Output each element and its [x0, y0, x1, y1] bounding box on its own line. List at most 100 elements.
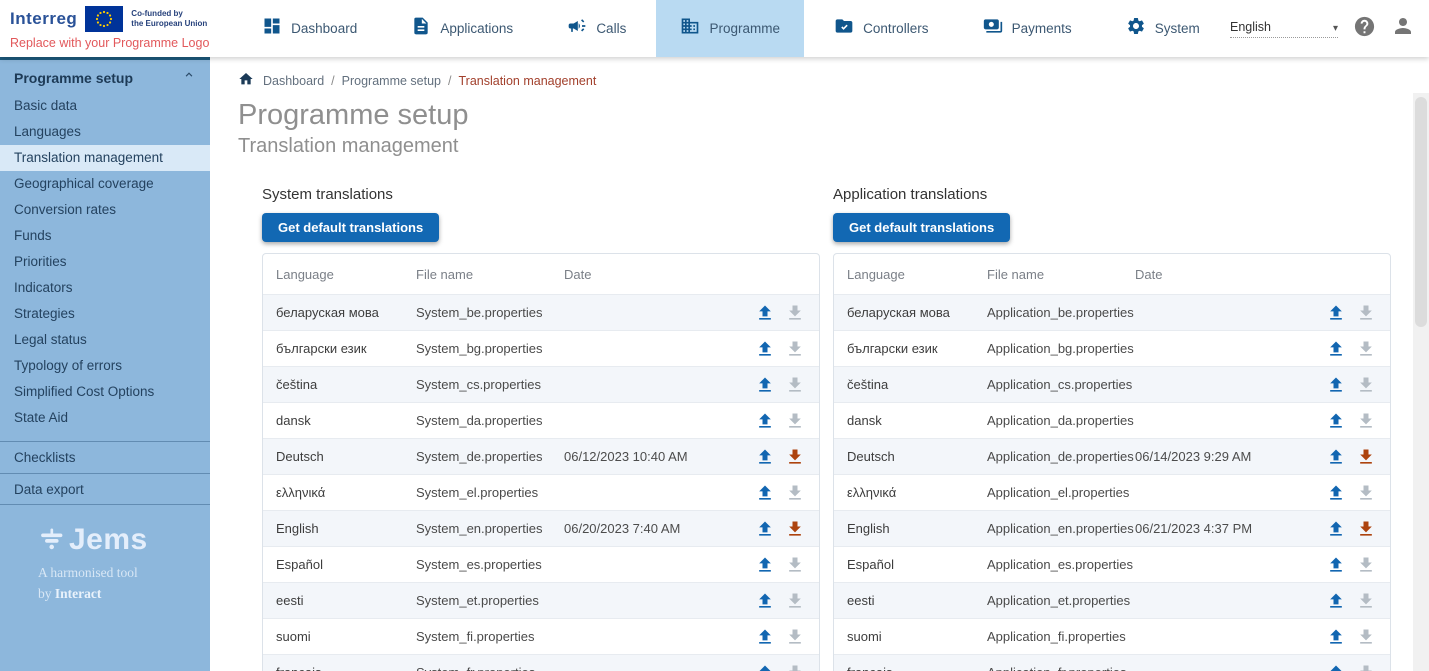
sidebar-item-conversion-rates[interactable]: Conversion rates	[0, 197, 210, 223]
upload-icon[interactable]	[755, 303, 775, 323]
sidebar-item-translation-management[interactable]: Translation management	[0, 145, 210, 171]
download-icon[interactable]	[785, 519, 805, 539]
breadcrumb-programme-setup[interactable]: Programme setup	[342, 74, 452, 88]
sidebar-item-geographical-coverage[interactable]: Geographical coverage	[0, 171, 210, 197]
upload-icon[interactable]	[755, 339, 775, 359]
download-icon[interactable]	[1356, 519, 1376, 539]
system-translations-title: System translations	[262, 186, 820, 203]
download-icon[interactable]	[785, 447, 805, 467]
upload-icon[interactable]	[755, 447, 775, 467]
file-name-cell: Application_en.properties	[987, 521, 1135, 536]
sidebar-section-header[interactable]: Programme setup	[0, 60, 210, 93]
sidebar-item-legal-status[interactable]: Legal status	[0, 327, 210, 353]
sidebar-item-typology-of-errors[interactable]: Typology of errors	[0, 353, 210, 379]
table-row: dansk System_da.properties	[263, 402, 819, 438]
table-header-row: Language File name Date	[834, 254, 1390, 294]
upload-icon[interactable]	[1326, 339, 1346, 359]
chevron-down-icon: ▾	[1333, 24, 1338, 34]
account-icon[interactable]	[1391, 14, 1415, 43]
column-file-name: File name	[987, 267, 1135, 282]
application-translations-panel: Application translations Get default tra…	[833, 186, 1391, 671]
nav-programme[interactable]: Programme	[656, 0, 804, 57]
sidebar-item-data-export[interactable]: Data export	[0, 473, 210, 505]
upload-icon[interactable]	[1326, 303, 1346, 323]
upload-icon[interactable]	[1326, 519, 1346, 539]
get-default-translations-button[interactable]: Get default translations	[833, 213, 1010, 242]
help-icon[interactable]	[1353, 15, 1376, 43]
upload-icon[interactable]	[1326, 591, 1346, 611]
sidebar-item-priorities[interactable]: Priorities	[0, 249, 210, 275]
upload-icon[interactable]	[1326, 483, 1346, 503]
sidebar-item-state-aid[interactable]: State Aid	[0, 405, 210, 431]
language-cell: français	[847, 665, 987, 671]
download-icon	[785, 411, 805, 431]
dashboard-icon	[262, 16, 282, 41]
upload-icon[interactable]	[1326, 663, 1346, 671]
sidebar-item-indicators[interactable]: Indicators	[0, 275, 210, 301]
scrollbar-thumb[interactable]	[1415, 97, 1427, 327]
table-row: български език System_bg.properties	[263, 330, 819, 366]
language-cell: dansk	[276, 413, 416, 428]
sidebar-item-checklists[interactable]: Checklists	[0, 441, 210, 473]
language-cell: dansk	[847, 413, 987, 428]
nav-system[interactable]: System	[1102, 0, 1224, 57]
sidebar-item-languages[interactable]: Languages	[0, 119, 210, 145]
language-cell: български език	[276, 341, 416, 356]
upload-icon[interactable]	[1326, 447, 1346, 467]
download-icon	[785, 627, 805, 647]
nav-dashboard[interactable]: Dashboard	[238, 0, 381, 57]
language-cell: français	[276, 665, 416, 671]
date-cell: 06/20/2023 7:40 AM	[564, 521, 714, 536]
upload-icon[interactable]	[755, 411, 775, 431]
jems-tagline: A harmonised tool by Interact	[38, 563, 210, 605]
page-subtitle: Translation management	[238, 135, 1429, 158]
file-name-cell: System_en.properties	[416, 521, 564, 536]
table-row: suomi System_fi.properties	[263, 618, 819, 654]
file-name-cell: Application_fr.properties	[987, 665, 1135, 671]
breadcrumb: Dashboard Programme setup Translation ma…	[238, 71, 1429, 90]
sidebar-item-funds[interactable]: Funds	[0, 223, 210, 249]
nav-calls[interactable]: Calls	[543, 0, 650, 57]
file-name-cell: Application_et.properties	[987, 593, 1135, 608]
language-cell: беларуская мова	[847, 305, 987, 320]
language-cell: eesti	[847, 593, 987, 608]
upload-icon[interactable]	[755, 627, 775, 647]
home-icon[interactable]	[238, 71, 256, 90]
table-row: Deutsch System_de.properties 06/12/2023 …	[263, 438, 819, 474]
sidebar-item-simplified-cost-options[interactable]: Simplified Cost Options	[0, 379, 210, 405]
breadcrumb-dashboard[interactable]: Dashboard	[263, 74, 335, 88]
vertical-scrollbar[interactable]	[1413, 93, 1429, 671]
table-row: беларуская мова Application_be.propertie…	[834, 294, 1390, 330]
file-name-cell: Application_es.properties	[987, 557, 1135, 572]
table-row: čeština System_cs.properties	[263, 366, 819, 402]
top-bar: Interreg Co-funded by the European Union…	[0, 0, 1429, 57]
nav-applications[interactable]: Applications	[387, 0, 537, 57]
table-row: ελληνικά Application_el.properties	[834, 474, 1390, 510]
get-default-translations-button[interactable]: Get default translations	[262, 213, 439, 242]
upload-icon[interactable]	[755, 663, 775, 671]
upload-icon[interactable]	[1326, 411, 1346, 431]
download-icon	[785, 483, 805, 503]
upload-icon[interactable]	[755, 375, 775, 395]
upload-icon[interactable]	[1326, 627, 1346, 647]
upload-icon[interactable]	[755, 519, 775, 539]
sidebar-item-strategies[interactable]: Strategies	[0, 301, 210, 327]
nav-payments[interactable]: Payments	[959, 0, 1096, 57]
file-name-cell: System_de.properties	[416, 449, 564, 464]
sidebar-item-basic-data[interactable]: Basic data	[0, 93, 210, 119]
upload-icon[interactable]	[1326, 555, 1346, 575]
date-cell: 06/12/2023 10:40 AM	[564, 449, 714, 464]
table-row: ελληνικά System_el.properties	[263, 474, 819, 510]
programme-logo: Interreg Co-funded by the European Union…	[0, 0, 232, 57]
nav-controllers[interactable]: Controllers	[810, 0, 952, 57]
download-icon	[1356, 663, 1376, 671]
applications-icon	[411, 16, 431, 41]
language-cell: ελληνικά	[847, 485, 987, 500]
upload-icon[interactable]	[1326, 375, 1346, 395]
upload-icon[interactable]	[755, 555, 775, 575]
upload-icon[interactable]	[755, 483, 775, 503]
file-name-cell: Application_bg.properties	[987, 341, 1135, 356]
language-dropdown[interactable]: English ▾	[1230, 20, 1338, 38]
download-icon[interactable]	[1356, 447, 1376, 467]
upload-icon[interactable]	[755, 591, 775, 611]
